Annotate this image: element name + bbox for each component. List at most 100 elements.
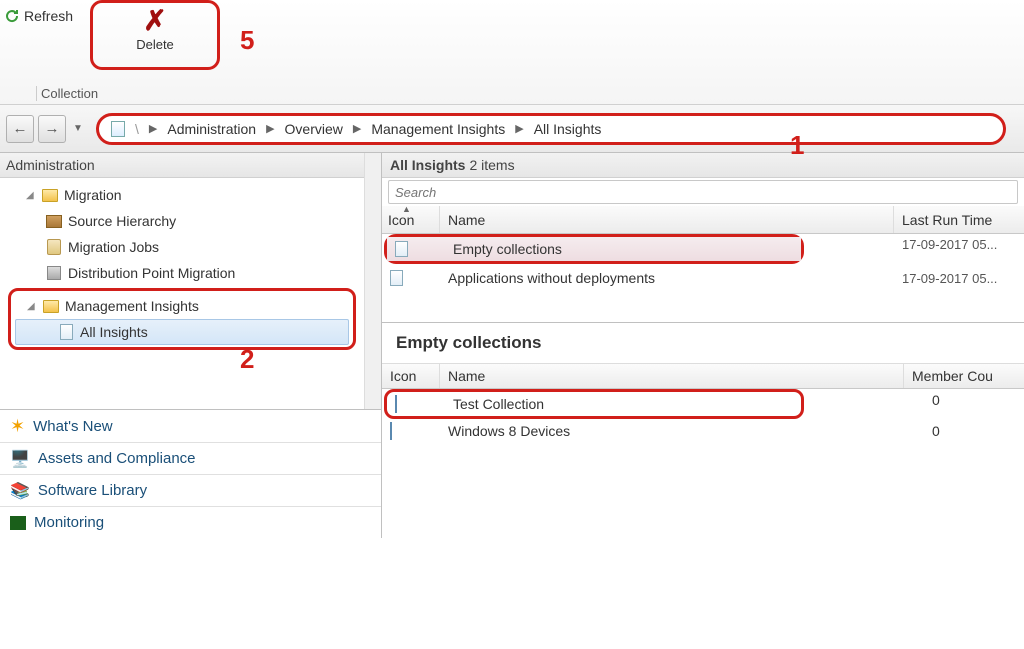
detail-row-name: Windows 8 Devices xyxy=(440,423,904,439)
main-area: Administration ◢ Migration Source Hierar… xyxy=(0,153,1024,538)
jobs-icon xyxy=(47,239,61,255)
assets-icon: 🖥️ xyxy=(10,449,30,469)
tree-item-management-insights[interactable]: ◢ Management Insights xyxy=(11,293,353,319)
breadcrumb-item[interactable]: Overview xyxy=(285,121,343,137)
row-last-run: 17-09-2017 05... xyxy=(894,237,1024,252)
detail-row-test-collection[interactable]: Test Collection xyxy=(387,392,801,416)
tree-item-dp-migration[interactable]: Distribution Point Migration xyxy=(0,260,364,286)
search-row xyxy=(382,178,1024,206)
column-name[interactable]: Name xyxy=(440,206,894,233)
collapse-icon[interactable]: ◢ xyxy=(27,301,37,312)
annotation-5: 5 xyxy=(240,25,254,56)
collection-icon xyxy=(390,422,392,440)
folder-icon xyxy=(42,189,58,202)
navigation-bar: ← → ▼ \ ▶ Administration ▶ Overview ▶ Ma… xyxy=(0,105,1024,153)
detail-row-windows-8-devices[interactable]: Windows 8 Devices 0 xyxy=(382,419,1024,443)
tree-highlight-box: ◢ Management Insights All Insights xyxy=(8,288,356,350)
tree-item-source-hierarchy[interactable]: Source Hierarchy xyxy=(0,208,364,234)
wunderbar-label: What's New xyxy=(33,418,113,435)
row-name: Applications without deployments xyxy=(440,270,894,286)
refresh-icon xyxy=(4,8,20,24)
row-last-run: 17-09-2017 05... xyxy=(894,271,1024,286)
tree-label: Source Hierarchy xyxy=(68,213,176,229)
content-header: All Insights 2 items xyxy=(382,153,1024,178)
ribbon-section-label: Collection xyxy=(36,86,98,101)
wunderbar-whats-new[interactable]: ✶ What's New xyxy=(0,410,381,442)
search-input[interactable] xyxy=(388,180,1018,204)
breadcrumb-item[interactable]: All Insights xyxy=(534,121,602,137)
tree-label: Management Insights xyxy=(65,298,199,314)
nav-history-dropdown[interactable]: ▼ xyxy=(70,123,86,134)
detail-title: Empty collections xyxy=(382,323,1024,363)
detail-row-name: Test Collection xyxy=(445,396,801,412)
detail-row-member: 0 xyxy=(904,392,1024,408)
column-last-run[interactable]: Last Run Time xyxy=(894,206,1024,233)
document-icon xyxy=(390,270,403,286)
collapse-icon[interactable]: ◢ xyxy=(26,190,36,201)
column-name[interactable]: Name xyxy=(440,364,904,388)
column-member-count[interactable]: Member Cou xyxy=(904,364,1024,388)
hierarchy-icon xyxy=(46,215,62,228)
distribution-point-icon xyxy=(47,266,61,280)
breadcrumb[interactable]: \ ▶ Administration ▶ Overview ▶ Manageme… xyxy=(96,113,1006,145)
insight-row-apps-without-deployments[interactable]: Applications without deployments 17-09-2… xyxy=(382,264,1024,292)
sidebar-title: Administration xyxy=(0,153,364,178)
tree-label: Distribution Point Migration xyxy=(68,265,235,281)
column-icon[interactable]: ▲Icon xyxy=(382,206,440,233)
folder-icon xyxy=(43,300,59,313)
refresh-button[interactable]: Refresh xyxy=(0,6,77,26)
tree-item-migration-jobs[interactable]: Migration Jobs xyxy=(0,234,364,260)
insights-grid-header: ▲Icon Name Last Run Time xyxy=(382,206,1024,234)
detail-grid-header: Icon Name Member Cou xyxy=(382,363,1024,389)
wunderbar-label: Assets and Compliance xyxy=(38,450,196,467)
nav-forward-button[interactable]: → xyxy=(38,115,66,143)
nav-back-button[interactable]: ← xyxy=(6,115,34,143)
sort-indicator-icon: ▲ xyxy=(402,204,411,214)
document-icon xyxy=(395,241,408,257)
row-name: Empty collections xyxy=(445,241,801,257)
content-item-count: 2 items xyxy=(469,157,514,173)
wunderbar-assets[interactable]: 🖥️ Assets and Compliance xyxy=(0,442,381,474)
breadcrumb-separator-icon: ▶ xyxy=(149,122,157,135)
sidebar: Administration ◢ Migration Source Hierar… xyxy=(0,153,382,538)
column-icon[interactable]: Icon xyxy=(382,364,440,388)
breadcrumb-root: \ xyxy=(135,121,139,137)
breadcrumb-separator-icon: ▶ xyxy=(353,122,361,135)
delete-x-icon: ✗ xyxy=(93,7,217,35)
breadcrumb-item[interactable]: Administration xyxy=(167,121,256,137)
wunderbar-monitoring[interactable]: Monitoring xyxy=(0,506,381,538)
sidebar-scrollbar[interactable] xyxy=(364,153,381,409)
content-area: All Insights 2 items ▲Icon Name Last Run… xyxy=(382,153,1024,538)
wunderbar: ✶ What's New 🖥️ Assets and Compliance 📚 … xyxy=(0,409,381,538)
breadcrumb-root-icon xyxy=(111,121,125,137)
breadcrumb-separator-icon: ▶ xyxy=(266,122,274,135)
content-title: All Insights xyxy=(390,157,465,173)
detail-row-highlight-box: Test Collection xyxy=(384,389,804,419)
tree-label: Migration xyxy=(64,187,122,203)
tree-item-migration[interactable]: ◢ Migration xyxy=(0,182,364,208)
nav-tree: ◢ Migration Source Hierarchy Migration J… xyxy=(0,178,364,356)
wunderbar-label: Software Library xyxy=(38,482,147,499)
breadcrumb-separator-icon: ▶ xyxy=(515,122,523,135)
tree-item-all-insights[interactable]: All Insights xyxy=(15,319,349,345)
annotation-1: 1 xyxy=(790,130,804,161)
detail-section: Empty collections Icon Name Member Cou T… xyxy=(382,322,1024,443)
delete-label: Delete xyxy=(93,37,217,52)
wunderbar-label: Monitoring xyxy=(34,514,104,531)
collection-icon xyxy=(395,395,397,413)
ribbon: Refresh ✗ Delete Collection 5 xyxy=(0,0,1024,105)
detail-row-member: 0 xyxy=(904,423,1024,439)
insight-row-empty-collections[interactable]: Empty collections xyxy=(387,237,801,261)
breadcrumb-item[interactable]: Management Insights xyxy=(371,121,505,137)
wunderbar-software-library[interactable]: 📚 Software Library xyxy=(0,474,381,506)
tree-label: Migration Jobs xyxy=(68,239,159,255)
star-icon: ✶ xyxy=(10,416,25,437)
tree-label: All Insights xyxy=(80,324,148,340)
delete-button[interactable]: ✗ Delete xyxy=(90,0,220,70)
library-icon: 📚 xyxy=(10,481,30,501)
annotation-2: 2 xyxy=(240,344,254,375)
monitoring-icon xyxy=(10,516,26,530)
refresh-label: Refresh xyxy=(24,8,73,24)
document-icon xyxy=(60,324,73,340)
row-highlight-box: Empty collections xyxy=(384,234,804,264)
